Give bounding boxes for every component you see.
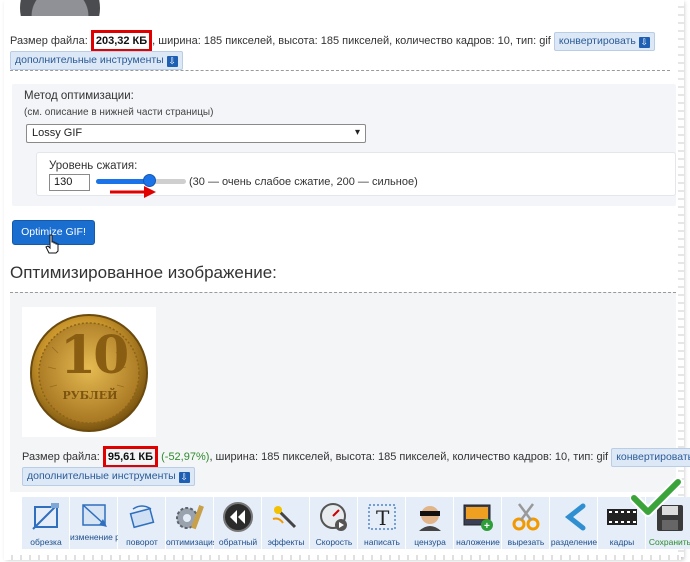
original-convert-button[interactable]: конвертировать ⇩ (553, 32, 655, 51)
original-convert-label: конвертировать (558, 35, 636, 47)
tool-resize[interactable]: изменение размера (70, 497, 149, 549)
tool-label: оптимизация (166, 537, 218, 547)
tool-reverse[interactable]: обратный (214, 497, 262, 549)
tool-cut[interactable]: вырезать (502, 497, 550, 549)
arrow-down-icon: ⇩ (638, 37, 650, 48)
result-more-tools-label: дополнительные инструменты (27, 470, 176, 482)
tool-effects[interactable]: эффекты (262, 497, 310, 549)
tool-crop[interactable]: обрезка (22, 497, 70, 549)
crop-icon (32, 503, 59, 530)
checkmark-icon (630, 478, 682, 517)
result-file-info: Размер файла: 95,61 КБ (-52,97%), ширина… (22, 446, 690, 468)
tool-label: Скорость (315, 537, 353, 547)
tool-optimize[interactable]: оптимизация (166, 497, 218, 549)
original-file-info: Размер файла: 203,32 КБ , ширина: 185 пик… (10, 30, 655, 52)
original-more-tools-button[interactable]: дополнительные инструменты ⇩ (10, 51, 183, 70)
overlay-icon: + (463, 504, 493, 532)
svg-text:T: T (376, 506, 390, 530)
original-size-value: 203,32 КБ (95, 35, 148, 47)
annotation-arrow-icon (110, 186, 156, 198)
split-icon (564, 503, 586, 531)
section-divider (10, 70, 670, 71)
scissors-icon (512, 503, 540, 531)
tool-label: цензура (414, 537, 446, 547)
original-more-tools-label: дополнительные инструменты (15, 54, 164, 66)
tool-label: обрезка (30, 537, 62, 547)
method-selected-value: Lossy GIF (32, 127, 83, 139)
coin-word: РУБЛЕЙ (62, 389, 118, 402)
result-convert-label: конвертировать (616, 451, 690, 463)
optimized-gif-preview: 10 РУБЛЕЙ (22, 307, 156, 437)
tool-label: обратный (218, 537, 258, 547)
tool-overlay[interactable]: + наложение (454, 497, 502, 549)
speed-icon (320, 503, 347, 531)
result-title: Оптимизированное изображение: (10, 263, 277, 282)
chevron-down-icon: ▾ (354, 127, 360, 138)
original-coin-image (20, 0, 100, 16)
coin-denomination: 10 (60, 325, 129, 386)
tool-label: разделение (550, 537, 598, 547)
arrow-down-icon: ⇩ (166, 56, 178, 67)
result-tools-row: дополнительные инструменты ⇩ (22, 467, 195, 486)
compression-hint: (30 — очень слабое сжатие, 200 — сильное… (189, 176, 418, 188)
tool-label: наложение (456, 537, 500, 547)
original-gif-preview (14, 0, 106, 16)
arrow-down-icon: ⇩ (178, 472, 190, 483)
rotate-icon (129, 505, 155, 529)
reverse-icon (223, 502, 253, 532)
svg-text:+: + (484, 521, 490, 532)
tools-toolbar: обрезка изменение размера поворот оптими… (22, 497, 690, 549)
original-size-label: Размер файла: (10, 35, 88, 47)
method-select[interactable]: Lossy GIF ▾ (26, 124, 366, 143)
tool-text[interactable]: T написать (358, 497, 406, 549)
tool-label: Сохранить (648, 537, 690, 547)
tool-label: изменение размера (70, 532, 149, 542)
original-details: , ширина: 185 пикселей, высота: 185 пикс… (152, 35, 551, 47)
result-more-tools-button[interactable]: дополнительные инструменты ⇩ (22, 467, 195, 486)
tool-label: поворот (126, 537, 158, 547)
method-label: Метод оптимизации: (24, 90, 134, 102)
tool-label: кадры (609, 537, 635, 547)
original-size-highlight: 203,32 КБ (90, 30, 153, 52)
torn-edge-right (678, 0, 684, 557)
tool-rotate[interactable]: поворот (118, 497, 166, 549)
result-details: , ширина: 185 пикселей, высота: 185 пикс… (209, 451, 609, 463)
method-hint: (см. описание в нижней части страницы) (24, 107, 214, 118)
hand-cursor-icon (45, 234, 59, 254)
torn-edge-bottom (4, 555, 681, 560)
result-size-highlight: 95,61 КБ (102, 446, 159, 468)
tool-label: вырезать (507, 537, 545, 547)
result-size-value: 95,61 КБ (107, 451, 154, 463)
result-size-label: Размер файла: (22, 451, 100, 463)
tool-speed[interactable]: Скорость (310, 497, 358, 549)
resize-icon (82, 504, 107, 527)
tool-split[interactable]: разделение (550, 497, 598, 549)
text-icon: T (368, 504, 396, 530)
tool-censor[interactable]: цензура (406, 497, 454, 549)
result-convert-button[interactable]: конвертировать⇩ (611, 448, 690, 467)
compression-label: Уровень сжатия: (49, 160, 138, 172)
effects-wand-icon (272, 506, 297, 529)
censor-icon (419, 506, 441, 531)
original-tools-row: дополнительные инструменты ⇩ (10, 51, 183, 70)
tool-label: написать (364, 537, 400, 547)
compression-level-input[interactable]: 130 (49, 174, 90, 191)
optimize-icon (176, 505, 204, 530)
result-savings: -52,97% (164, 451, 206, 463)
tool-label: эффекты (267, 537, 305, 547)
